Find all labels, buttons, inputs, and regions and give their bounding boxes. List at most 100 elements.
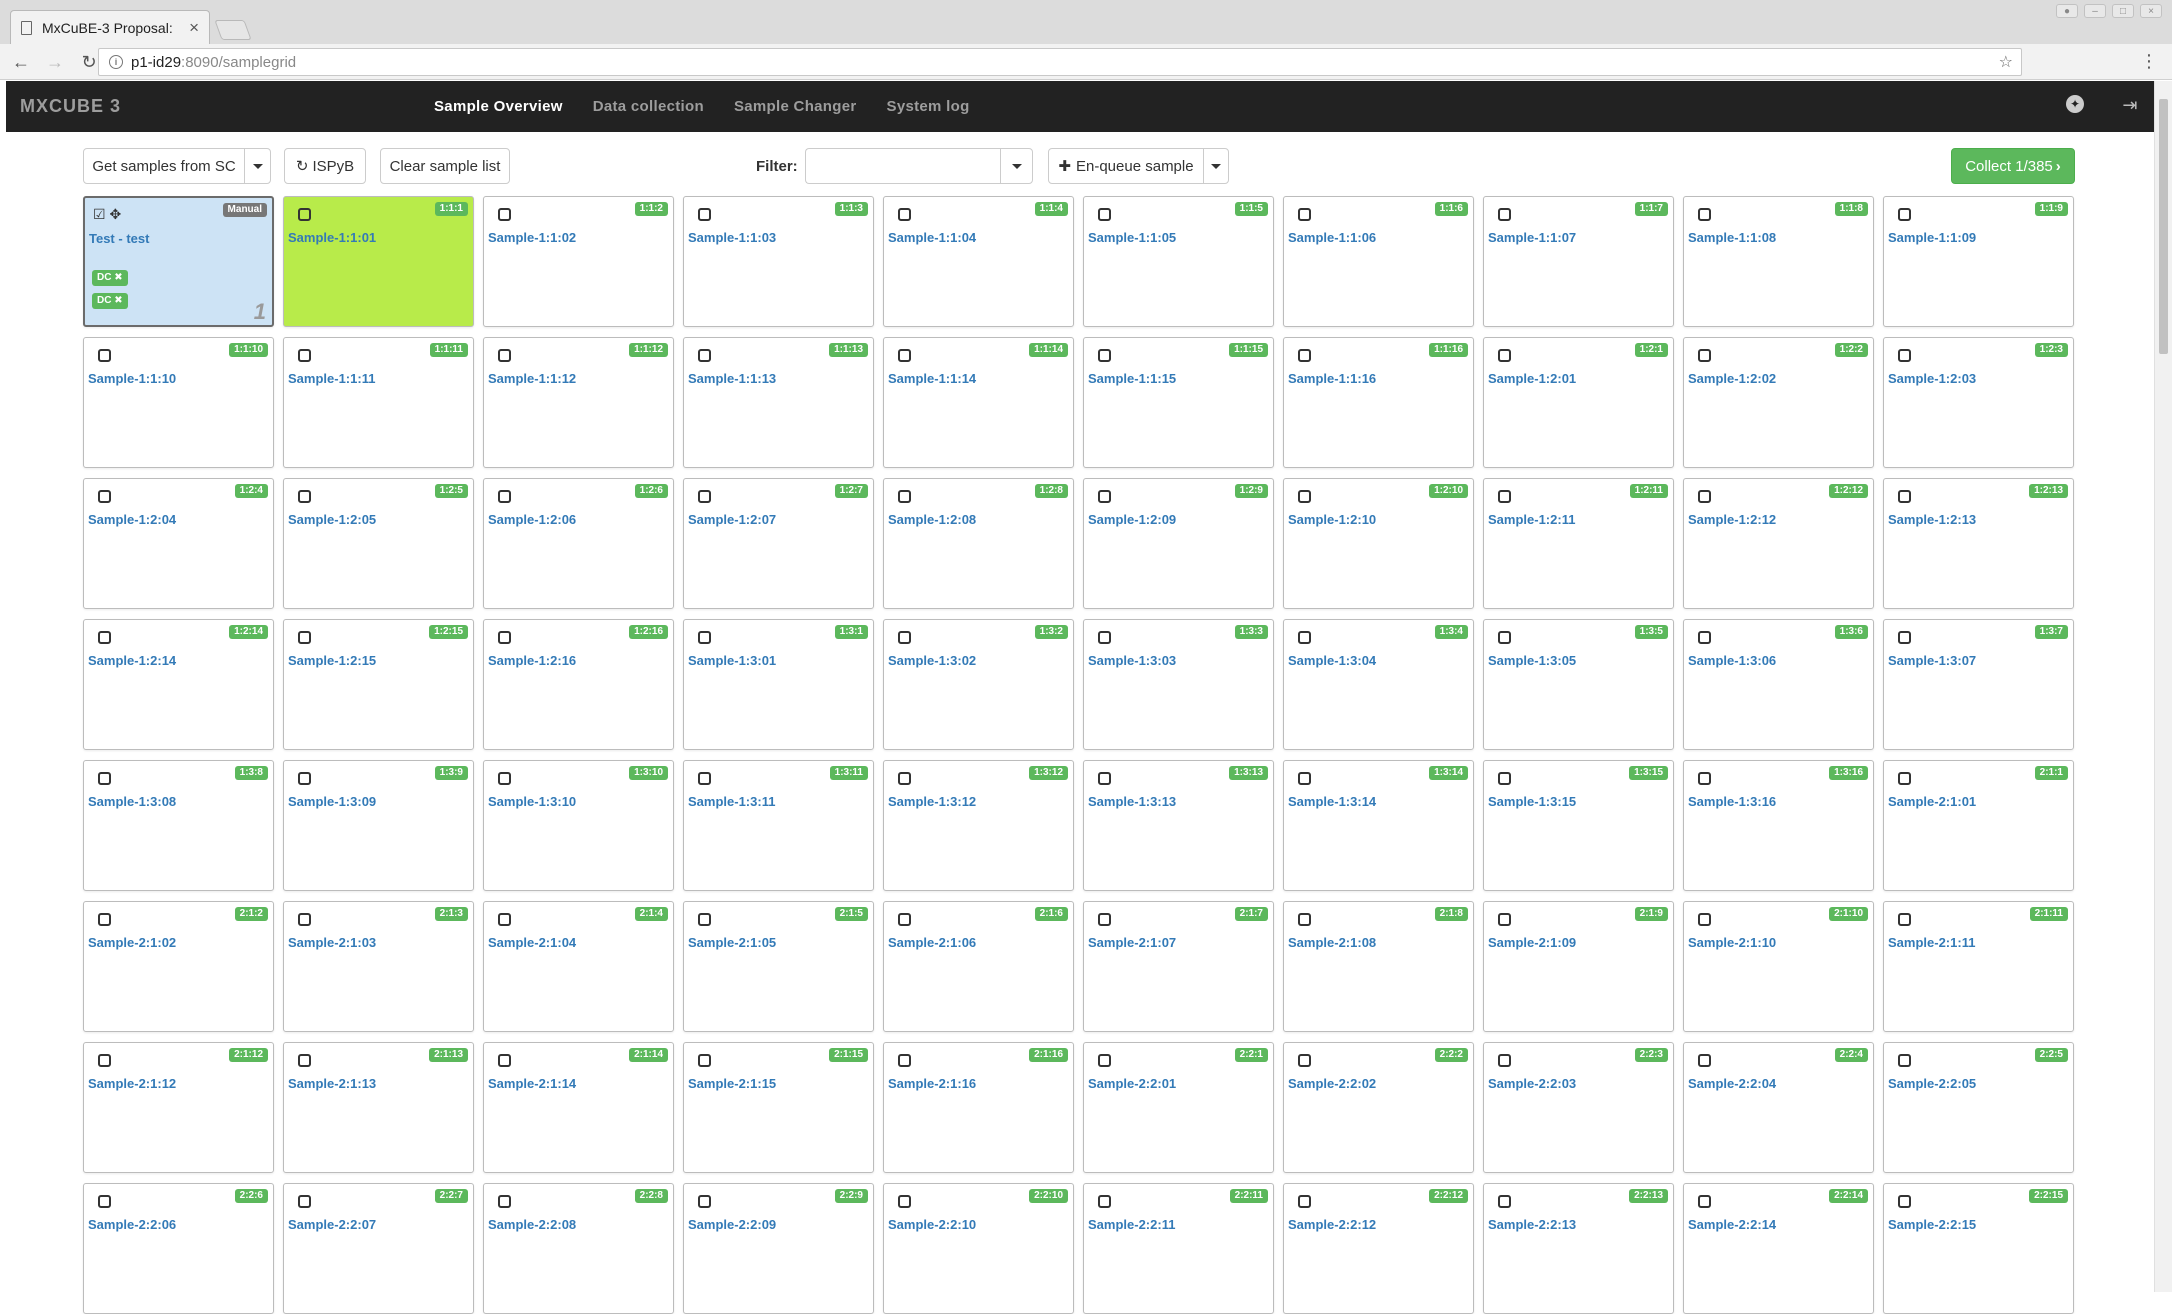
sample-card[interactable]: 2:1:12 Sample-2:1:12 bbox=[83, 1042, 274, 1173]
sample-name-link[interactable]: Sample-2:1:08 bbox=[1288, 935, 1376, 950]
sample-name-link[interactable]: Sample-1:1:08 bbox=[1688, 230, 1776, 245]
sample-card[interactable]: 2:1:4 Sample-2:1:04 bbox=[483, 901, 674, 1032]
sample-checkbox[interactable] bbox=[1898, 1054, 1911, 1067]
sample-card[interactable]: 1:3:9 Sample-1:3:09 bbox=[283, 760, 474, 891]
sample-name-link[interactable]: Sample-2:1:01 bbox=[1888, 794, 1976, 809]
sample-name-link[interactable]: Sample-1:1:10 bbox=[88, 371, 176, 386]
info-icon[interactable]: i bbox=[109, 55, 123, 69]
filter-dropdown[interactable] bbox=[1000, 148, 1033, 184]
sample-checkbox[interactable] bbox=[1098, 913, 1111, 926]
collect-button[interactable]: Collect 1/385 › bbox=[1951, 148, 2075, 184]
sample-name-link[interactable]: Sample-1:3:13 bbox=[1088, 794, 1176, 809]
sample-card[interactable]: 2:2:6 Sample-2:2:06 bbox=[83, 1183, 274, 1314]
sample-card[interactable]: 1:3:10 Sample-1:3:10 bbox=[483, 760, 674, 891]
sample-name-link[interactable]: Sample-1:3:03 bbox=[1088, 653, 1176, 668]
sample-checkbox[interactable] bbox=[1498, 490, 1511, 503]
sample-name-link[interactable]: Sample-1:3:09 bbox=[288, 794, 376, 809]
sample-card[interactable]: 1:3:11 Sample-1:3:11 bbox=[683, 760, 874, 891]
sample-card[interactable]: 1:3:1 Sample-1:3:01 bbox=[683, 619, 874, 750]
sample-checkbox[interactable] bbox=[298, 1054, 311, 1067]
sample-name-link[interactable]: Sample-1:2:09 bbox=[1088, 512, 1176, 527]
sample-name-link[interactable]: Sample-2:1:15 bbox=[688, 1076, 776, 1091]
close-window-icon[interactable]: × bbox=[2140, 4, 2162, 18]
sample-checkbox[interactable] bbox=[1898, 1195, 1911, 1208]
sample-name-link[interactable]: Sample-1:2:05 bbox=[288, 512, 376, 527]
sample-checkbox[interactable] bbox=[1298, 772, 1311, 785]
sample-card[interactable]: 1:1:10 Sample-1:1:10 bbox=[83, 337, 274, 468]
sample-checkbox[interactable] bbox=[498, 208, 511, 221]
sample-card[interactable]: 1:1:3 Sample-1:1:03 bbox=[683, 196, 874, 327]
sample-card[interactable]: 2:1:5 Sample-2:1:05 bbox=[683, 901, 874, 1032]
back-icon[interactable]: ← bbox=[8, 52, 34, 73]
sample-name-link[interactable]: Sample-2:2:01 bbox=[1088, 1076, 1176, 1091]
sample-card[interactable]: 1:3:7 Sample-1:3:07 bbox=[1883, 619, 2074, 750]
sample-checkbox[interactable] bbox=[1698, 772, 1711, 785]
sample-card[interactable]: 1:1:12 Sample-1:1:12 bbox=[483, 337, 674, 468]
sample-name-link[interactable]: Sample-2:1:05 bbox=[688, 935, 776, 950]
sample-card[interactable]: 2:1:6 Sample-2:1:06 bbox=[883, 901, 1074, 1032]
sample-name-link[interactable]: Sample-1:1:06 bbox=[1288, 230, 1376, 245]
sample-name-link[interactable]: Sample-1:3:12 bbox=[888, 794, 976, 809]
sample-card[interactable]: 2:2:1 Sample-2:2:01 bbox=[1083, 1042, 1274, 1173]
sample-checkbox[interactable] bbox=[298, 631, 311, 644]
sample-card[interactable]: 2:1:8 Sample-2:1:08 bbox=[1283, 901, 1474, 1032]
sample-name-link[interactable]: Sample-1:2:16 bbox=[488, 653, 576, 668]
filter-input[interactable] bbox=[805, 148, 1001, 184]
close-tab-icon[interactable]: × bbox=[189, 18, 199, 38]
sample-card[interactable]: 1:2:15 Sample-1:2:15 bbox=[283, 619, 474, 750]
profile-icon[interactable]: ● bbox=[2056, 4, 2078, 18]
sample-checkbox[interactable] bbox=[1498, 631, 1511, 644]
sample-checkbox[interactable] bbox=[698, 1195, 711, 1208]
sample-tools-icons[interactable]: ☑✥ bbox=[93, 206, 125, 223]
sample-name-link[interactable]: Sample-1:1:01 bbox=[288, 230, 376, 245]
sample-name-link[interactable]: Sample-1:1:02 bbox=[488, 230, 576, 245]
sample-checkbox[interactable] bbox=[98, 349, 111, 362]
sample-checkbox[interactable] bbox=[698, 631, 711, 644]
sample-checkbox[interactable] bbox=[1898, 772, 1911, 785]
sample-card[interactable]: 1:2:5 Sample-1:2:05 bbox=[283, 478, 474, 609]
sample-card[interactable]: 1:2:9 Sample-1:2:09 bbox=[1083, 478, 1274, 609]
sample-card[interactable]: 1:3:13 Sample-1:3:13 bbox=[1083, 760, 1274, 891]
sample-name-link[interactable]: Sample-1:3:02 bbox=[888, 653, 976, 668]
sample-name-link[interactable]: Sample-2:2:14 bbox=[1688, 1217, 1776, 1232]
nav-data-collection[interactable]: Data collection bbox=[593, 98, 704, 115]
sample-checkbox[interactable] bbox=[98, 913, 111, 926]
sample-checkbox[interactable] bbox=[1298, 913, 1311, 926]
sample-name-link[interactable]: Sample-2:2:02 bbox=[1288, 1076, 1376, 1091]
sample-card[interactable]: 2:2:14 Sample-2:2:14 bbox=[1683, 1183, 1874, 1314]
sample-name-link[interactable]: Sample-1:2:04 bbox=[88, 512, 176, 527]
sample-name-link[interactable]: Sample-1:1:14 bbox=[888, 371, 976, 386]
sample-name-link[interactable]: Sample-1:1:05 bbox=[1088, 230, 1176, 245]
sample-name-link[interactable]: Sample-1:1:16 bbox=[1288, 371, 1376, 386]
sample-card[interactable]: 1:1:2 Sample-1:1:02 bbox=[483, 196, 674, 327]
sample-card[interactable]: 1:2:2 Sample-1:2:02 bbox=[1683, 337, 1874, 468]
sample-card[interactable]: 2:2:8 Sample-2:2:08 bbox=[483, 1183, 674, 1314]
sample-card[interactable]: 1:3:15 Sample-1:3:15 bbox=[1483, 760, 1674, 891]
sample-checkbox[interactable] bbox=[1698, 490, 1711, 503]
sample-card[interactable]: 1:3:16 Sample-1:3:16 bbox=[1683, 760, 1874, 891]
enqueue-sample-button[interactable]: ✚ En-queue sample bbox=[1048, 148, 1204, 184]
sample-card[interactable]: 2:2:11 Sample-2:2:11 bbox=[1083, 1183, 1274, 1314]
sample-card[interactable]: 2:1:9 Sample-2:1:09 bbox=[1483, 901, 1674, 1032]
sample-card[interactable]: 2:2:4 Sample-2:2:04 bbox=[1683, 1042, 1874, 1173]
sample-card[interactable]: 1:1:13 Sample-1:1:13 bbox=[683, 337, 874, 468]
sample-checkbox[interactable] bbox=[498, 913, 511, 926]
maximize-icon[interactable]: □ bbox=[2112, 4, 2134, 18]
sample-name-link[interactable]: Sample-2:2:15 bbox=[1888, 1217, 1976, 1232]
dc-task-badge[interactable]: DC ✖ bbox=[92, 270, 128, 286]
sample-checkbox[interactable] bbox=[1898, 208, 1911, 221]
sample-checkbox[interactable] bbox=[1498, 913, 1511, 926]
sample-name-link[interactable]: Sample-2:1:03 bbox=[288, 935, 376, 950]
sample-name-link[interactable]: Sample-1:2:14 bbox=[88, 653, 176, 668]
sample-card[interactable]: 1:3:8 Sample-1:3:08 bbox=[83, 760, 274, 891]
sample-checkbox[interactable] bbox=[898, 913, 911, 926]
sample-card[interactable]: 2:2:15 Sample-2:2:15 bbox=[1883, 1183, 2074, 1314]
sample-card[interactable]: 2:1:16 Sample-2:1:16 bbox=[883, 1042, 1074, 1173]
sample-checkbox[interactable] bbox=[698, 490, 711, 503]
sample-checkbox[interactable] bbox=[1098, 772, 1111, 785]
page-scrollbar[interactable] bbox=[2154, 81, 2172, 1292]
sample-card[interactable]: 2:1:14 Sample-2:1:14 bbox=[483, 1042, 674, 1173]
sample-checkbox[interactable] bbox=[698, 913, 711, 926]
sample-name-link[interactable]: Sample-1:1:07 bbox=[1488, 230, 1576, 245]
sample-checkbox[interactable] bbox=[1498, 1195, 1511, 1208]
